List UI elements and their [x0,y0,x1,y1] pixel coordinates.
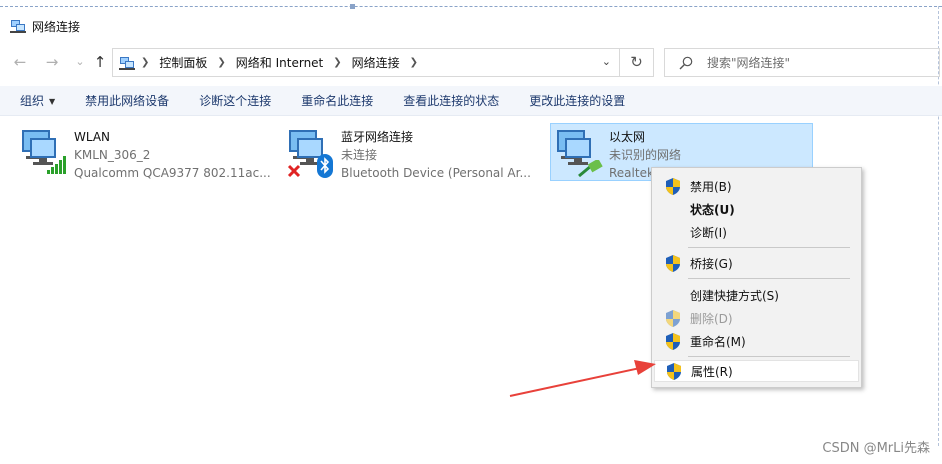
annotation-arrow [509,360,656,397]
arrow-head [634,360,656,375]
arrow-shaft [509,367,641,397]
watermark: CSDN @MrLi先森 [822,441,930,456]
